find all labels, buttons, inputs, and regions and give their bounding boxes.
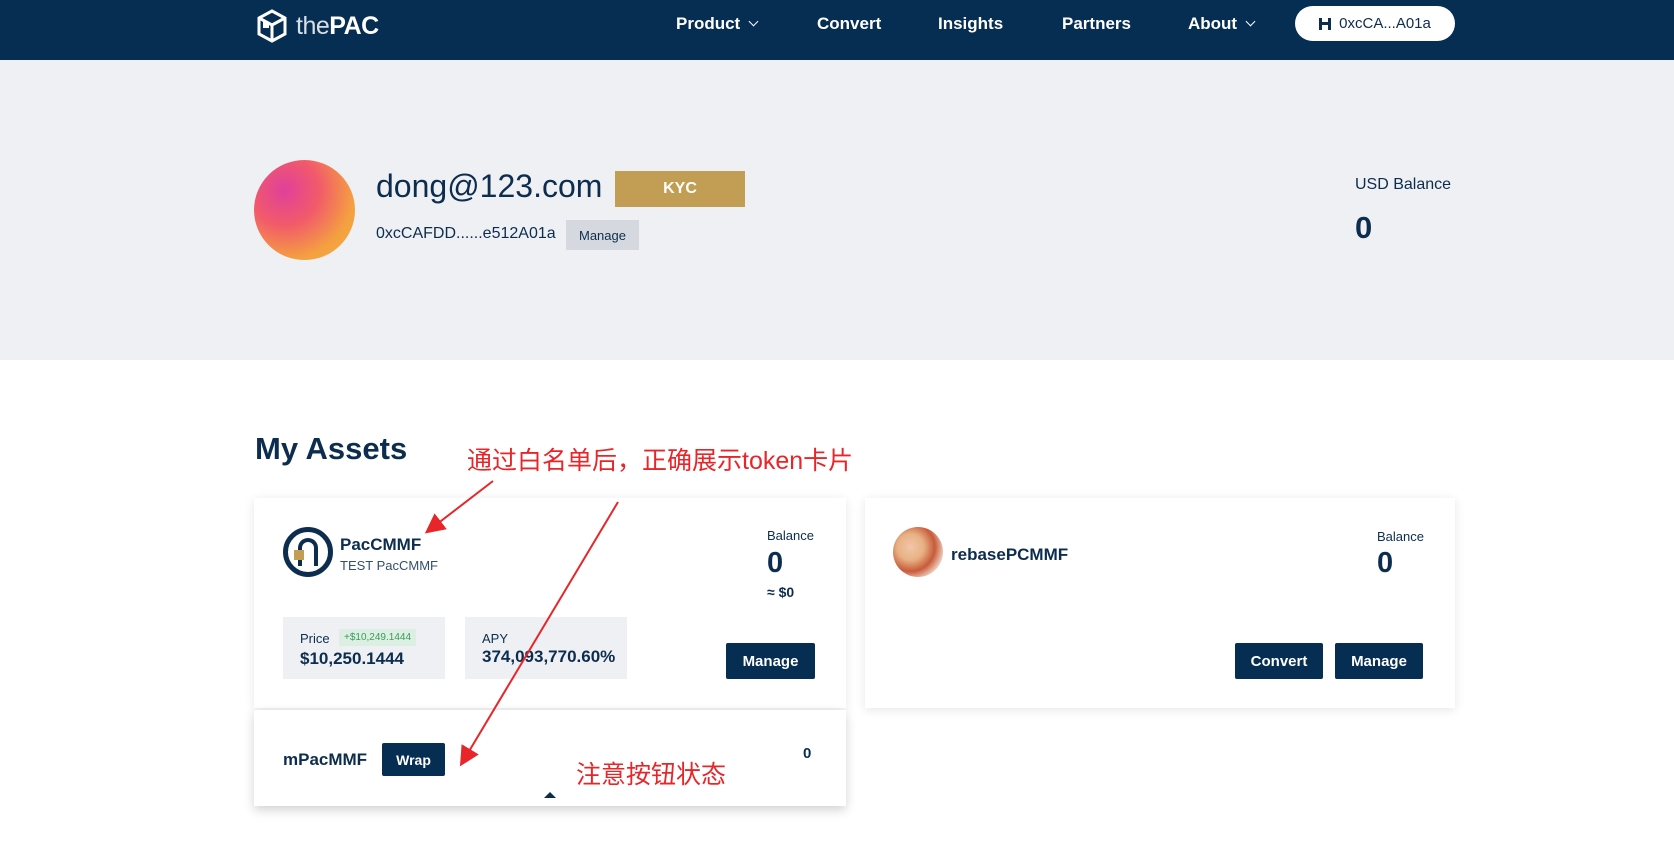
profile-section <box>0 60 1674 360</box>
nav-convert[interactable]: Convert <box>817 14 881 34</box>
manage-token-button[interactable]: Manage <box>726 643 815 679</box>
chevron-down-icon <box>748 16 759 27</box>
my-assets-title: My Assets <box>255 431 408 466</box>
token-name: PacCMMF <box>340 535 422 554</box>
annotation-top: 通过白名单后，正确展示token卡片 <box>467 447 854 475</box>
token-name: rebasePCMMF <box>951 545 1069 564</box>
rebasepcmmf-token-icon <box>893 527 943 577</box>
price-label: Price <box>300 631 330 646</box>
usd-balance-value: 0 <box>1355 210 1373 245</box>
user-email: dong@123.com <box>376 168 603 204</box>
balance-value: 0 <box>767 547 784 579</box>
paccmmf-token-icon <box>283 527 333 577</box>
nav-product[interactable]: Product <box>676 14 759 34</box>
logo-text: thePAC <box>296 11 379 40</box>
sub-token-name: mPacMMF <box>283 750 368 769</box>
apy-stat: APY 374,093,770.60% <box>465 617 627 679</box>
chevron-down-icon <box>1245 16 1256 27</box>
price-value: $10,250.1444 <box>300 649 404 668</box>
wallet-address: 0xcCAFDD......e512A01a <box>376 225 556 242</box>
nav-insights[interactable]: Insights <box>938 14 1003 34</box>
usd-balance-label: USD Balance <box>1355 176 1452 193</box>
pac-cube-logo-icon <box>257 9 287 43</box>
balance-usd: ≈ $0 <box>767 584 795 600</box>
wrap-button[interactable]: Wrap <box>382 743 445 776</box>
collapse-caret-icon[interactable] <box>544 792 556 798</box>
token-subtitle: TEST PacCMMF <box>340 558 438 573</box>
top-navbar: thePAC Product Convert Insights Partners… <box>0 0 1674 60</box>
apy-label: APY <box>482 631 509 646</box>
apy-value: 374,093,770.60% <box>482 647 616 666</box>
balance-label: Balance <box>767 528 814 543</box>
wallet-address-button[interactable]: 0xcCA...A01a <box>1295 6 1455 41</box>
nav-partners[interactable]: Partners <box>1062 14 1131 34</box>
nav-about[interactable]: About <box>1188 14 1256 34</box>
wallet-address-label: 0xcCA...A01a <box>1339 15 1431 32</box>
logo[interactable]: thePAC <box>254 8 379 44</box>
balance-value: 0 <box>1377 547 1394 579</box>
price-stat: Price +$10,249.1444 $10,250.1444 <box>283 617 445 679</box>
kyc-badge[interactable]: KYC <box>615 171 745 207</box>
convert-button[interactable]: Convert <box>1235 643 1323 679</box>
sub-token-balance: 0 <box>803 745 812 762</box>
manage-token-button[interactable]: Manage <box>1335 643 1423 679</box>
manage-wallet-button[interactable]: Manage <box>566 220 639 250</box>
balance-label: Balance <box>1377 529 1424 544</box>
avatar <box>254 160 355 260</box>
annotation-bottom: 注意按钮状态 <box>576 761 727 789</box>
price-delta-badge: +$10,249.1444 <box>339 629 417 646</box>
wallet-connect-icon <box>1319 17 1332 30</box>
